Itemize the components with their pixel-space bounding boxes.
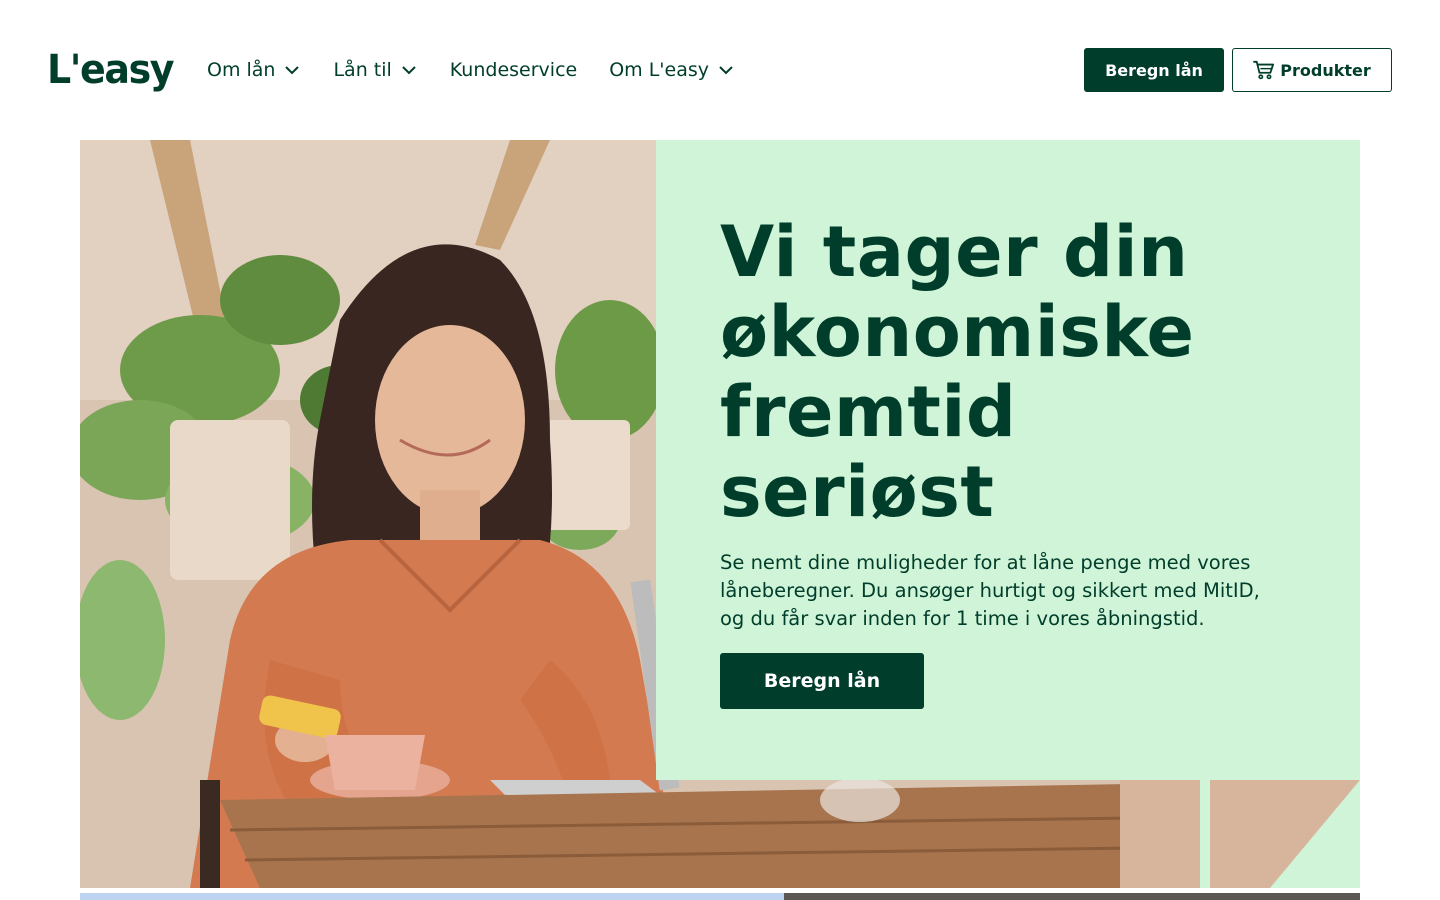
next-section-tile-right [784,893,1360,900]
main-nav: Om lån Lån til Kundeservice Om L'easy [207,56,767,84]
cart-icon [1253,60,1275,80]
next-section-edge [80,893,1360,900]
chevron-down-icon [285,65,300,74]
header-products-button[interactable]: Produkter [1232,48,1392,92]
hero-calculate-loan-button[interactable]: Beregn lån [720,653,924,709]
nav-item-label: Om lån [207,59,276,81]
hero-headline-line: fremtid [720,371,1017,453]
nav-item-laan-til[interactable]: Lån til [333,59,416,81]
nav-item-kundeservice[interactable]: Kundeservice [450,59,577,81]
hero-headline-line: Vi tager din [720,211,1189,293]
hero-headline: Vi tager din økonomiske fremtid seriøst [720,212,1320,532]
hero-description: Se nemt dine muligheder for at låne peng… [720,551,1260,630]
nav-item-label: Kundeservice [449,59,578,81]
nav-item-label: Om L'easy [609,59,709,81]
decorative-corner-shape [1200,780,1360,888]
chevron-down-icon [719,65,733,74]
nav-item-label: Lån til [333,59,392,81]
brand-logo[interactable]: L'easy [47,48,175,92]
products-button-label: Produkter [1280,60,1371,80]
site-header: L'easy Om lån Lån til Kundeservice Om L'… [0,0,1440,140]
next-section-tile-left [80,893,784,900]
header-calculate-loan-button[interactable]: Beregn lån [1084,48,1224,92]
nav-item-om-leasy[interactable]: Om L'easy [609,59,733,81]
hero-headline-line: seriøst [720,451,995,533]
nav-item-om-laan[interactable]: Om lån [207,59,300,81]
hero-headline-line: økonomiske [720,291,1195,373]
chevron-down-icon [402,65,416,74]
